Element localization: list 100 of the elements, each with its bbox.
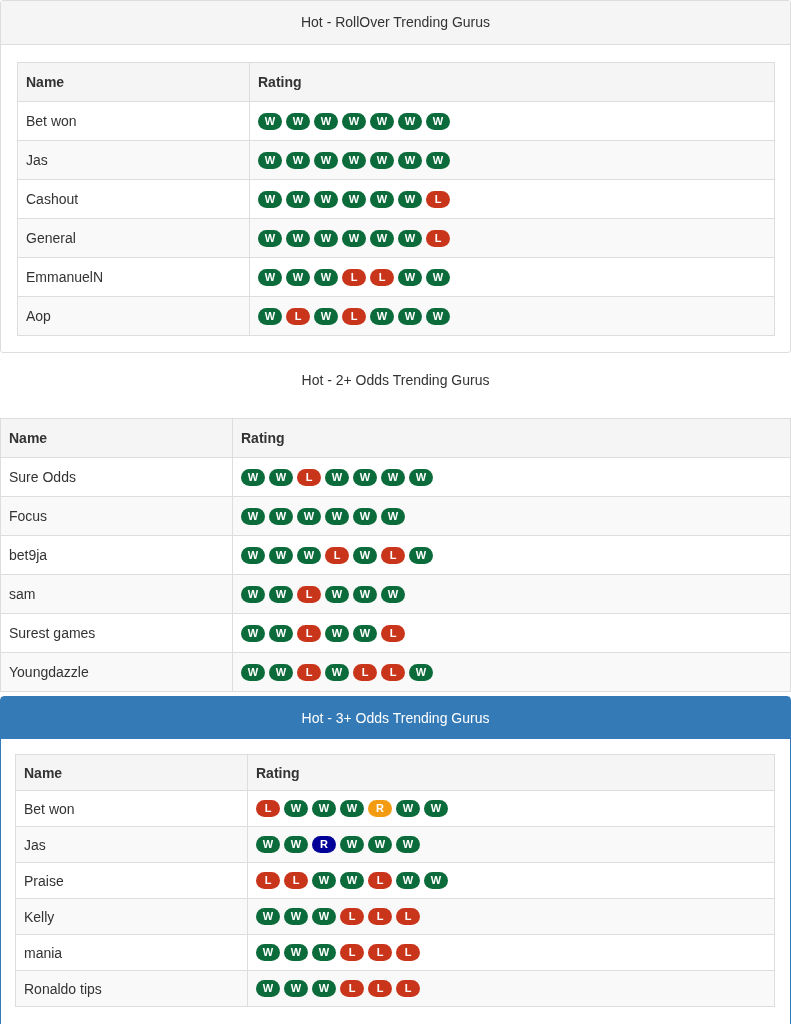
result-badge: W (426, 268, 450, 286)
table-cell: Praise (15, 862, 248, 899)
column-header: Name (17, 62, 250, 102)
result-badge: W (241, 624, 265, 642)
result-badge: L (381, 624, 405, 642)
table-cell: mania (15, 934, 248, 971)
result-badge: W (312, 800, 336, 818)
result-badge: R (312, 836, 336, 854)
result-badge: W (286, 268, 310, 286)
table-cell: Aop (17, 296, 250, 336)
column-header: Name (15, 754, 248, 791)
result-badge: L (368, 980, 392, 998)
result-badge: W (426, 307, 450, 325)
result-badge: W (424, 872, 448, 890)
result-badge: W (370, 190, 394, 208)
result-badge: W (370, 307, 394, 325)
table-cell: Jas (17, 140, 250, 180)
result-badge: W (426, 112, 450, 130)
table-cell: Surest games (0, 613, 233, 653)
result-badge: L (340, 908, 364, 926)
result-badge: L (342, 268, 366, 286)
result-badge: W (258, 229, 282, 247)
table-cell: Bet won (17, 101, 250, 141)
result-badge: L (297, 585, 321, 603)
result-badge: W (269, 624, 293, 642)
result-badge: W (342, 229, 366, 247)
panel-title: Hot - 2+ Odds Trending Gurus (301, 372, 490, 388)
result-badge: L (396, 944, 420, 962)
panel-title: Hot - 3+ Odds Trending Gurus (301, 710, 490, 726)
result-badge: W (353, 546, 377, 564)
table-cell: Youngdazzle (0, 652, 233, 692)
result-badge: W (398, 151, 422, 169)
table-cell: Bet won (15, 790, 248, 827)
result-badge: W (325, 585, 349, 603)
result-badge: W (312, 944, 336, 962)
table-cell: Cashout (17, 179, 250, 219)
table-cell: bet9ja (0, 535, 233, 575)
column-header: Name (0, 418, 233, 458)
result-badge: W (284, 908, 308, 926)
result-badge: W (353, 507, 377, 525)
result-badge: W (258, 307, 282, 325)
table-cell: sam (0, 574, 233, 614)
result-badge: W (398, 268, 422, 286)
result-badge: L (368, 944, 392, 962)
result-badge: W (396, 872, 420, 890)
result-badge: W (269, 468, 293, 486)
result-badge: W (286, 229, 310, 247)
table-cell: EmmanuelN (17, 257, 250, 297)
result-badge: W (269, 546, 293, 564)
result-badge: W (353, 624, 377, 642)
result-badge: W (381, 507, 405, 525)
result-badge: R (368, 800, 392, 818)
panel-title: Hot - RollOver Trending Gurus (300, 14, 491, 30)
result-badge: L (297, 663, 321, 681)
result-badge: W (340, 800, 364, 818)
result-badge: W (314, 268, 338, 286)
result-badge: W (312, 980, 336, 998)
result-badge: W (325, 468, 349, 486)
result-badge: W (409, 468, 433, 486)
table-cell: General (17, 218, 250, 258)
result-badge: W (256, 836, 280, 854)
result-badge: L (284, 872, 308, 890)
result-badge: W (325, 624, 349, 642)
result-badge: W (325, 507, 349, 525)
result-badge: W (370, 229, 394, 247)
result-badge: W (426, 151, 450, 169)
result-badge: W (286, 190, 310, 208)
result-badge: W (269, 507, 293, 525)
result-badge: W (258, 151, 282, 169)
result-badge: W (340, 836, 364, 854)
result-badge: L (368, 908, 392, 926)
result-badge: W (340, 872, 364, 890)
result-badge: W (353, 468, 377, 486)
result-badge: L (370, 268, 394, 286)
result-badge: W (342, 112, 366, 130)
result-badge: W (269, 663, 293, 681)
result-badge: W (409, 663, 433, 681)
result-badge: W (396, 800, 420, 818)
result-badge: W (342, 151, 366, 169)
result-badge: W (398, 229, 422, 247)
result-badge: W (241, 468, 265, 486)
result-badge: L (340, 944, 364, 962)
result-badge: L (381, 663, 405, 681)
result-badge: W (396, 836, 420, 854)
result-badge: W (312, 908, 336, 926)
result-badge: L (342, 307, 366, 325)
result-badge: L (426, 229, 450, 247)
result-badge: L (286, 307, 310, 325)
result-badge: L (368, 872, 392, 890)
result-badge: L (381, 546, 405, 564)
result-badge: W (424, 800, 448, 818)
result-badge: L (297, 468, 321, 486)
column-header: Rating (232, 418, 791, 458)
result-badge: W (297, 507, 321, 525)
result-badge: W (256, 944, 280, 962)
result-badge: W (314, 229, 338, 247)
result-badge: L (353, 663, 377, 681)
result-badge: L (256, 800, 280, 818)
result-badge: W (342, 190, 366, 208)
result-badge: L (256, 872, 280, 890)
